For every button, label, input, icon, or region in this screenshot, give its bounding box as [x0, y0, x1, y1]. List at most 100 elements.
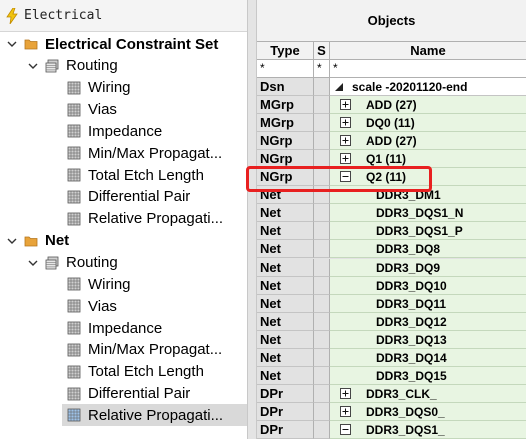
- object-row[interactable]: Net DDR3_DQ10: [257, 276, 526, 295]
- expand-plus-icon[interactable]: [340, 135, 351, 147]
- object-row[interactable]: Net DDR3_DQ11: [257, 294, 526, 313]
- row-name-cell[interactable]: DDR3_DQ14: [330, 348, 526, 367]
- panel-splitter[interactable]: [247, 0, 257, 439]
- object-row[interactable]: DPr DDR3_CLK_: [257, 384, 526, 403]
- chevron-down-icon[interactable]: [27, 257, 39, 269]
- row-name-cell[interactable]: DDR3_DM1: [330, 186, 526, 205]
- row-name-cell[interactable]: DDR3_DQS1_P: [330, 222, 526, 241]
- tree-item[interactable]: Wiring: [62, 77, 247, 99]
- object-row[interactable]: NGrp ADD (27): [257, 132, 526, 151]
- object-row[interactable]: DPr DDR3_DQS0_: [257, 402, 526, 421]
- row-select-cell[interactable]: [314, 222, 330, 241]
- object-row[interactable]: MGrp DQ0 (11): [257, 114, 526, 133]
- object-row[interactable]: Net DDR3_DQ13: [257, 330, 526, 349]
- row-select-cell[interactable]: [314, 330, 330, 349]
- expand-triangle-icon[interactable]: [334, 82, 344, 92]
- row-select-cell[interactable]: [314, 384, 330, 403]
- object-row[interactable]: Dsn scale -20201120-end: [257, 78, 526, 96]
- tree-item[interactable]: Min/Max Propagat...: [62, 142, 247, 164]
- row-name-cell[interactable]: DDR3_DQ13: [330, 330, 526, 349]
- type-filter-field[interactable]: *: [257, 60, 314, 78]
- row-name-cell[interactable]: DDR3_DQS1_N: [330, 204, 526, 223]
- tree-item[interactable]: Total Etch Length: [62, 361, 247, 383]
- name-filter-field[interactable]: *: [330, 60, 526, 78]
- row-name-cell[interactable]: DDR3_DQ15: [330, 366, 526, 385]
- object-row[interactable]: Net DDR3_DQ12: [257, 312, 526, 331]
- object-row[interactable]: Net DDR3_DM1: [257, 186, 526, 205]
- row-name-label: ADD (27): [366, 134, 417, 149]
- tree-item[interactable]: Wiring: [62, 273, 247, 295]
- tree-item[interactable]: Differential Pair: [62, 383, 247, 405]
- object-row[interactable]: Net DDR3_DQ9: [257, 258, 526, 277]
- tree-item[interactable]: Impedance: [62, 317, 247, 339]
- tree-item[interactable]: Relative Propagati...: [62, 208, 247, 230]
- object-row[interactable]: Net DDR3_DQ15: [257, 366, 526, 385]
- row-name-cell[interactable]: scale -20201120-end: [330, 78, 526, 96]
- row-name-cell[interactable]: DDR3_DQS0_: [330, 402, 526, 421]
- tree-item[interactable]: Vias: [62, 295, 247, 317]
- row-select-cell[interactable]: [314, 366, 330, 385]
- row-name-cell[interactable]: DDR3_DQ8: [330, 240, 526, 259]
- row-select-cell[interactable]: [314, 132, 330, 151]
- column-header-s[interactable]: S: [314, 42, 330, 60]
- row-name-cell[interactable]: DDR3_DQ10: [330, 276, 526, 295]
- chevron-down-icon[interactable]: [27, 60, 39, 72]
- object-row[interactable]: Net DDR3_DQ14: [257, 348, 526, 367]
- row-name-cell[interactable]: DQ0 (11): [330, 114, 526, 133]
- expand-plus-icon[interactable]: [340, 153, 351, 165]
- tree-item-label: Relative Propagati...: [88, 406, 224, 424]
- expand-plus-icon[interactable]: [340, 387, 351, 399]
- tree-item[interactable]: Min/Max Propagat...: [62, 339, 247, 361]
- object-row[interactable]: Net DDR3_DQS1_P: [257, 222, 526, 241]
- tree-item[interactable]: Routing: [0, 252, 247, 274]
- row-name-cell[interactable]: DDR3_DQ9: [330, 258, 526, 277]
- object-row[interactable]: NGrp Q1 (11): [257, 150, 526, 169]
- object-row[interactable]: MGrp ADD (27): [257, 96, 526, 115]
- row-select-cell[interactable]: [314, 258, 330, 277]
- row-name-cell[interactable]: ADD (27): [330, 132, 526, 151]
- column-header-name[interactable]: Name: [330, 42, 526, 60]
- row-select-cell[interactable]: [314, 294, 330, 313]
- tree-item[interactable]: Impedance: [62, 120, 247, 142]
- row-select-cell[interactable]: [314, 276, 330, 295]
- row-select-cell[interactable]: [314, 186, 330, 205]
- object-row[interactable]: DPr DDR3_DQS1_: [257, 420, 526, 439]
- collapse-minus-icon[interactable]: [340, 171, 351, 183]
- expand-plus-icon[interactable]: [340, 99, 351, 110]
- row-select-cell[interactable]: [314, 168, 330, 187]
- expand-plus-icon[interactable]: [340, 117, 351, 129]
- tree-item[interactable]: Differential Pair: [62, 186, 247, 208]
- row-name-cell[interactable]: DDR3_CLK_: [330, 384, 526, 403]
- row-name-cell[interactable]: DDR3_DQ12: [330, 312, 526, 331]
- row-select-cell[interactable]: [314, 312, 330, 331]
- tree-item[interactable]: Relative Propagati...: [62, 404, 247, 427]
- row-name-cell[interactable]: Q2 (11): [330, 168, 526, 187]
- column-header-type[interactable]: Type: [257, 42, 314, 60]
- object-row[interactable]: Net DDR3_DQ8: [257, 240, 526, 259]
- object-row[interactable]: Net DDR3_DQS1_N: [257, 204, 526, 223]
- row-select-cell[interactable]: [314, 150, 330, 169]
- row-select-cell[interactable]: [314, 420, 330, 439]
- row-name-cell[interactable]: DDR3_DQS1_: [330, 420, 526, 439]
- row-select-cell[interactable]: [314, 402, 330, 421]
- row-select-cell[interactable]: [314, 348, 330, 367]
- tree-item[interactable]: Electrical Constraint Set: [0, 33, 247, 55]
- row-select-cell[interactable]: [314, 96, 330, 115]
- tree-item[interactable]: Net: [0, 230, 247, 252]
- row-select-cell[interactable]: [314, 78, 330, 96]
- chevron-down-icon[interactable]: [6, 38, 18, 50]
- row-select-cell[interactable]: [314, 240, 330, 259]
- tree-item[interactable]: Total Etch Length: [62, 164, 247, 186]
- s-filter-field[interactable]: *: [314, 60, 330, 78]
- collapse-minus-icon[interactable]: [340, 423, 351, 435]
- expand-plus-icon[interactable]: [340, 405, 351, 417]
- row-name-cell[interactable]: DDR3_DQ11: [330, 294, 526, 313]
- row-name-cell[interactable]: ADD (27): [330, 96, 526, 115]
- tree-item[interactable]: Routing: [0, 55, 247, 77]
- row-select-cell[interactable]: [314, 204, 330, 223]
- row-select-cell[interactable]: [314, 114, 330, 133]
- tree-item[interactable]: Vias: [62, 99, 247, 121]
- row-name-cell[interactable]: Q1 (11): [330, 150, 526, 169]
- object-row[interactable]: NGrp Q2 (11): [257, 168, 526, 187]
- chevron-down-icon[interactable]: [6, 235, 18, 247]
